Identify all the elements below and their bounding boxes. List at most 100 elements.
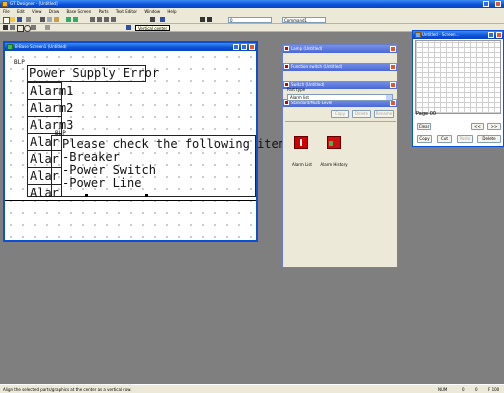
app-icon xyxy=(2,1,8,7)
alarm-list-icon xyxy=(294,136,308,149)
menu-text-editor[interactable]: Text Editor xyxy=(116,9,137,14)
copy-icon[interactable] xyxy=(47,17,52,22)
base-screen-window: B-Base Screen1 (Untitled) BLP Power Supp… xyxy=(3,41,293,242)
part-type-select-value: Alarm list xyxy=(290,95,309,100)
alarm-list-part[interactable]: Alarm List xyxy=(287,136,315,168)
library-copy-button[interactable]: Copy xyxy=(417,135,432,143)
menu-view[interactable]: View xyxy=(32,9,42,14)
zoom-icon[interactable] xyxy=(150,17,155,22)
circle-tool-icon[interactable] xyxy=(24,25,31,32)
part-type-select[interactable]: Alarm list xyxy=(287,94,393,101)
menu-draw[interactable]: Draw xyxy=(49,9,59,14)
app-title: GT Designer - [Untitled] xyxy=(10,1,58,6)
align-vertical-center-icon[interactable] xyxy=(126,25,131,30)
save-icon[interactable] xyxy=(17,17,22,22)
text-tool-icon[interactable] xyxy=(3,25,8,30)
alarm-text-3: Alarm3 xyxy=(30,118,74,132)
tag-label-1: BLP xyxy=(14,59,25,66)
palette-bar-switch-close[interactable] xyxy=(390,82,396,88)
library-minimize-button[interactable] xyxy=(488,32,494,38)
power-switch-text: -Power Switch xyxy=(62,163,156,177)
print-icon[interactable] xyxy=(26,17,31,22)
tooltip: Vertical center xyxy=(135,25,171,31)
status-bar: Align the selected parts/graphics at the… xyxy=(0,384,504,393)
library-prev-button[interactable]: << xyxy=(471,123,484,130)
alarm-history-label: Alarm History xyxy=(320,162,348,167)
status-field-zoom: F 100 xyxy=(488,387,500,392)
align-center-icon[interactable] xyxy=(97,17,102,22)
alarm-text-1: Alarm1 xyxy=(30,84,74,98)
line-tool-icon[interactable] xyxy=(10,25,15,30)
minimize-button[interactable] xyxy=(483,1,489,7)
alarm-bar-glyph xyxy=(300,139,302,146)
align-right-icon[interactable] xyxy=(104,17,109,22)
layer-icon[interactable] xyxy=(200,17,205,22)
menu-help[interactable]: Help xyxy=(167,9,176,14)
selection-handle-1[interactable] xyxy=(85,194,88,197)
library-grid[interactable] xyxy=(415,40,501,114)
palette-bar-function-switch[interactable]: Function switch (Untitled) xyxy=(283,63,397,71)
screen-canvas[interactable]: BLP Power Supply Error Alarm1 Alarm2 Ala… xyxy=(5,51,293,240)
base-screen-title-bar: B-Base Screen1 (Untitled) xyxy=(5,43,256,51)
function-switch-icon xyxy=(284,64,289,69)
library-page-label: Page 00 xyxy=(416,111,437,117)
menu-window[interactable]: Window xyxy=(144,9,160,14)
library-close-button[interactable] xyxy=(496,32,502,38)
screen-minimize-button[interactable] xyxy=(233,44,239,50)
fill-tool-icon[interactable] xyxy=(45,25,50,30)
palette-bar-function-switch-label: Function switch (Untitled) xyxy=(291,64,343,69)
history-glyph xyxy=(329,141,333,146)
library-paste-button[interactable]: Paste xyxy=(457,135,473,143)
palette-bar-lamp-label: Lamp (Untitled) xyxy=(291,46,323,51)
open-icon[interactable] xyxy=(10,17,15,22)
breaker-text: -Breaker xyxy=(62,150,120,164)
library-cut-button[interactable]: Cut xyxy=(437,135,452,143)
alarm-list-label: Alarm List xyxy=(291,162,313,167)
menu-edit[interactable]: Edit xyxy=(17,9,25,14)
app-title-bar: GT Designer - [Untitled] xyxy=(0,0,504,8)
toolbar-standard: 0 Command1 xyxy=(0,16,504,24)
paste-icon[interactable] xyxy=(54,17,59,22)
alarm-history-icon xyxy=(327,136,341,149)
menu-file[interactable]: File xyxy=(3,9,10,14)
alarm-history-part[interactable]: Alarm History xyxy=(317,136,351,168)
undo-icon[interactable] xyxy=(66,17,71,22)
snap-icon[interactable] xyxy=(207,17,212,22)
library-clear-button[interactable]: Clear xyxy=(417,123,431,130)
alarm-row-divider-1 xyxy=(27,99,62,100)
cut-icon[interactable] xyxy=(40,17,45,22)
close-button[interactable] xyxy=(495,1,501,7)
screen-close-button[interactable] xyxy=(249,44,255,50)
part-type-label: Part type xyxy=(287,87,306,92)
library-title-bar: Untitled - Screen... xyxy=(413,31,503,39)
combo-box-zoom[interactable]: 0 xyxy=(228,17,272,23)
redo-icon[interactable] xyxy=(73,17,78,22)
power-supply-error-text: Power Supply Error xyxy=(29,66,160,80)
palette-delete-button[interactable]: Delete xyxy=(352,110,371,118)
library-title: Untitled - Screen... xyxy=(422,32,460,37)
palette-bar-lamp-close[interactable] xyxy=(390,46,396,52)
palette-copy-button[interactable]: Copy xyxy=(331,110,349,118)
palette-bar-function-switch-close[interactable] xyxy=(390,64,396,70)
new-icon[interactable] xyxy=(3,17,10,24)
grid-icon[interactable] xyxy=(160,17,165,22)
base-screen-title: B-Base Screen1 (Untitled) xyxy=(15,44,67,49)
rectangle-tool-icon[interactable] xyxy=(17,25,24,32)
lamp-icon xyxy=(284,46,289,51)
status-field-y: 0 xyxy=(475,387,478,392)
align-top-icon[interactable] xyxy=(111,17,116,22)
combo-box-command-value: Command1 xyxy=(284,18,308,23)
palette-rename-button[interactable]: Rename xyxy=(374,110,394,118)
polyline-tool-icon[interactable] xyxy=(31,25,36,30)
menu-parts[interactable]: Parts xyxy=(99,9,109,14)
status-field-x: 0 xyxy=(462,387,465,392)
library-delete-button[interactable]: Delete xyxy=(477,135,501,143)
library-next-button[interactable]: >> xyxy=(487,123,501,130)
menu-base-screen[interactable]: Base Screen xyxy=(67,9,92,14)
align-left-icon[interactable] xyxy=(90,17,95,22)
palette-bar-lamp[interactable]: Lamp (Untitled) xyxy=(283,45,397,53)
combo-box-zoom-value: 0 xyxy=(230,18,233,23)
combo-box-command[interactable]: Command1 xyxy=(282,17,326,23)
screen-maximize-button[interactable] xyxy=(241,44,247,50)
selection-handle-2[interactable] xyxy=(145,194,148,197)
